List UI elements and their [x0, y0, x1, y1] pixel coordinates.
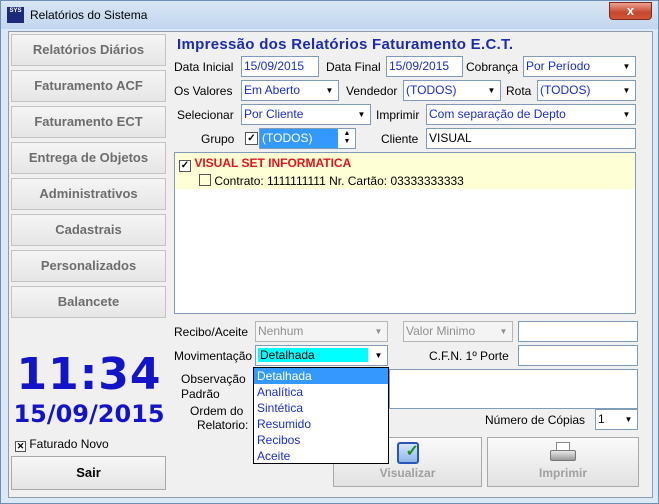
checkbox-unchecked-icon[interactable] — [199, 174, 211, 186]
sidebar-item-entrega-objetos[interactable]: Entrega de Objetos — [11, 142, 166, 174]
movimentacao-label: Movimentação — [174, 349, 253, 363]
copias-label: Número de Cópias — [485, 413, 586, 427]
visualizar-label: Visualizar — [379, 466, 436, 480]
grupo-value: (TODOS) — [260, 129, 338, 148]
chevron-down-icon[interactable]: ▼ — [371, 347, 386, 364]
cobranca-value: Por Período — [526, 59, 591, 73]
dropdown-item-aceite[interactable]: Aceite — [254, 448, 388, 464]
vendedor-select[interactable]: (TODOS) ▼ — [403, 80, 501, 101]
copias-select[interactable]: 1 ▼ — [595, 409, 638, 430]
dropdown-item-sintetica[interactable]: Sintética — [254, 400, 388, 416]
chevron-down-icon[interactable]: ▼ — [484, 82, 499, 99]
faturado-novo-checkbox[interactable]: ✕ Faturado Novo — [15, 437, 109, 452]
imprimir-button[interactable]: Imprimir — [487, 437, 639, 487]
dropdown-item-analitica[interactable]: Analítica — [254, 384, 388, 400]
sidebar-item-faturamento-acf[interactable]: Faturamento ACF — [11, 70, 166, 102]
dropdown-item-resumido[interactable]: Resumido — [254, 416, 388, 432]
close-button[interactable]: x — [609, 2, 652, 20]
chevron-down-icon[interactable]: ▼ — [322, 82, 337, 99]
dropdown-item-recibos[interactable]: Recibos — [254, 432, 388, 448]
sidebar-item-cadastrais[interactable]: Cadastrais — [11, 214, 166, 246]
selecionar-label: Selecionar — [177, 108, 234, 122]
checkbox-checked-icon[interactable]: ✕ — [15, 441, 26, 452]
padrao-label: Padrão — [181, 387, 220, 401]
chevron-down-icon[interactable]: ▼ — [621, 411, 636, 428]
recibo-aceite-value: Nenhum — [258, 324, 304, 338]
imprimir-label: Imprimir — [376, 108, 420, 122]
ordem-label: Ordem do — [190, 404, 244, 418]
os-valores-label: Os Valores — [174, 84, 233, 98]
app-logo-icon: SYS — [7, 7, 24, 23]
faturado-novo-label: Faturado Novo — [29, 437, 109, 451]
grupo-checkbox[interactable]: ✓ — [245, 132, 258, 145]
checkbox-checked-icon[interactable]: ✓ — [179, 160, 191, 172]
contract-text: Contrato: 1111111111 Nr. Cartão: 0333333… — [214, 174, 464, 188]
selecionar-value: Por Cliente — [244, 107, 304, 121]
cobranca-label: Cobrança — [466, 60, 519, 74]
imprimir-value: Com separação de Depto — [429, 107, 566, 121]
cfn-field[interactable] — [518, 345, 638, 366]
grupo-stepper[interactable]: (TODOS) ▲ ▼ — [259, 128, 356, 149]
chevron-down-icon[interactable]: ▼ — [619, 58, 634, 75]
title-bar[interactable]: SYS Relatórios do Sistema x — [1, 1, 658, 29]
tree-node-contract[interactable]: Contrato: 1111111111 Nr. Cartão: 0333333… — [199, 174, 464, 188]
cliente-label: Cliente — [381, 132, 419, 146]
chevron-down-icon[interactable]: ▼ — [619, 106, 634, 123]
sidebar-item-faturamento-ect[interactable]: Faturamento ECT — [11, 106, 166, 138]
sidebar-item-balancete[interactable]: Balancete — [11, 286, 166, 318]
clock-time: 11:34 — [16, 349, 162, 400]
printer-icon — [549, 442, 577, 464]
client-tree[interactable]: ✓ VISUAL SET INFORMATICA Contrato: 11111… — [174, 152, 636, 314]
app-window: SYS Relatórios do Sistema x Relatórios D… — [0, 0, 659, 504]
spin-arrows-icon[interactable]: ▲ ▼ — [340, 130, 354, 147]
chevron-down-icon[interactable]: ▼ — [354, 106, 369, 123]
grupo-label: Grupo — [201, 132, 235, 146]
movimentacao-select[interactable]: Detalhada ▼ — [255, 345, 388, 366]
client-name: VISUAL SET INFORMATICA — [194, 156, 352, 170]
recibo-aceite-label: Recibo/Aceite — [174, 325, 249, 339]
movimentacao-value: Detalhada — [258, 348, 368, 362]
movimentacao-dropdown-list[interactable]: Detalhada Analítica Sintética Resumido R… — [253, 367, 389, 464]
vendedor-value: (TODOS) — [406, 83, 457, 97]
valor-minimo-field[interactable] — [518, 321, 638, 342]
page-title: Impressão dos Relatórios Faturamento E.C… — [177, 36, 514, 53]
cfn-label: C.F.N. 1º Porte — [429, 349, 509, 363]
sidebar-item-personalizados[interactable]: Personalizados — [11, 250, 166, 282]
preview-icon: ✓ — [396, 442, 419, 464]
valor-minimo-value: Valor Minimo — [406, 324, 476, 338]
sidebar-item-administrativos[interactable]: Administrativos — [11, 178, 166, 210]
os-valores-value: Em Aberto — [244, 83, 301, 97]
chevron-down-icon[interactable]: ▼ — [371, 323, 386, 340]
os-valores-select[interactable]: Em Aberto ▼ — [241, 80, 339, 101]
copias-value: 1 — [598, 412, 605, 426]
valor-minimo-select[interactable]: Valor Minimo ▼ — [403, 321, 513, 342]
imprimir-select[interactable]: Com separação de Depto ▼ — [426, 104, 636, 125]
tree-node-client[interactable]: ✓ VISUAL SET INFORMATICA Contrato: 11111… — [175, 153, 635, 189]
chevron-down-icon[interactable]: ▼ — [496, 323, 511, 340]
window-title: Relatórios do Sistema — [30, 8, 148, 22]
vendedor-label: Vendedor — [346, 84, 398, 98]
rota-value: (TODOS) — [540, 83, 591, 97]
data-final-field[interactable]: 15/09/2015 — [386, 56, 463, 77]
selecionar-select[interactable]: Por Cliente ▼ — [241, 104, 371, 125]
sidebar-item-relatorios-diarios[interactable]: Relatórios Diários — [11, 34, 166, 66]
rota-label: Rota — [506, 84, 532, 98]
tree-node-client-label[interactable]: ✓ VISUAL SET INFORMATICA — [179, 156, 351, 172]
observacao-field[interactable] — [389, 369, 638, 409]
observacao-label: Observação — [181, 372, 246, 386]
sair-button[interactable]: Sair — [11, 456, 166, 490]
chevron-down-icon[interactable]: ▼ — [619, 82, 634, 99]
rota-select[interactable]: (TODOS) ▼ — [537, 80, 636, 101]
cliente-field[interactable]: VISUAL — [426, 128, 636, 149]
data-inicial-field[interactable]: 15/09/2015 — [241, 56, 319, 77]
imprimir-label: Imprimir — [538, 466, 587, 480]
recibo-aceite-select[interactable]: Nenhum ▼ — [255, 321, 388, 342]
relatorio-label: Relatorio: — [197, 418, 249, 432]
clock-date: 15/09/2015 — [13, 400, 165, 428]
cobranca-select[interactable]: Por Período ▼ — [523, 56, 636, 77]
data-final-label: Data Final — [326, 60, 381, 74]
dropdown-item-detalhada[interactable]: Detalhada — [254, 368, 388, 384]
data-inicial-label: Data Inicial — [174, 60, 234, 74]
